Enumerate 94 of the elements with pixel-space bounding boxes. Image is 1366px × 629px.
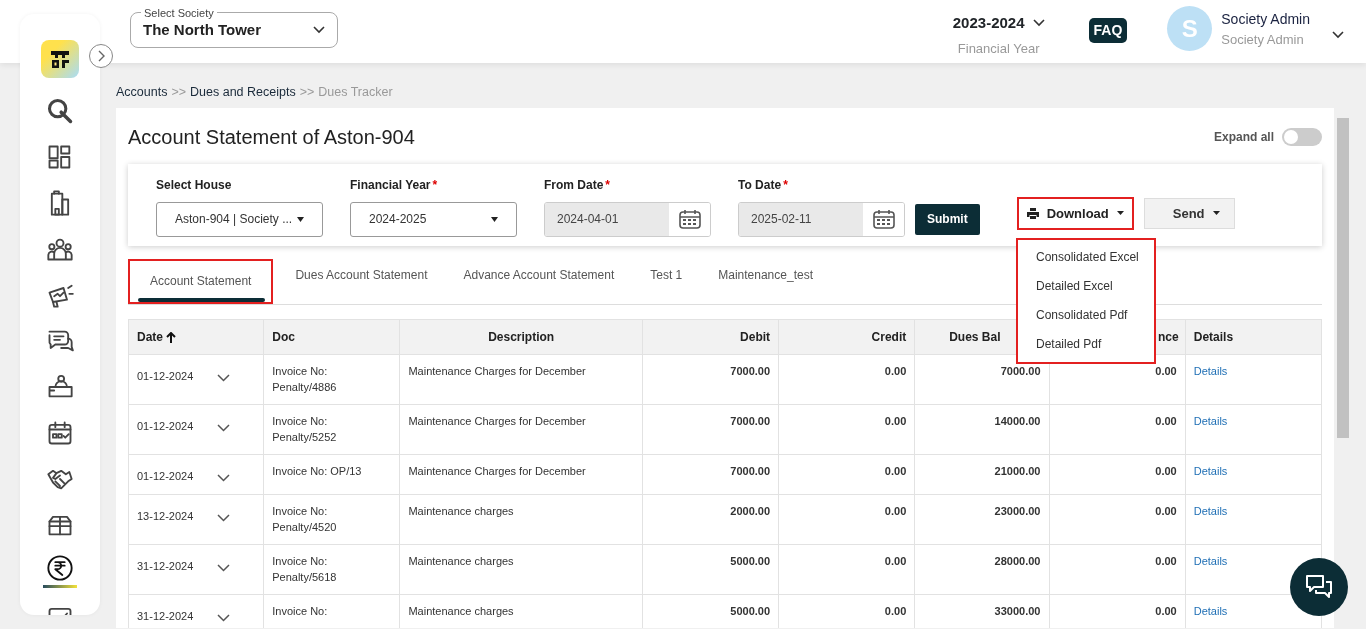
sort-arrow-icon[interactable] — [166, 331, 177, 344]
expand-all-label: Expand all — [1213, 128, 1274, 146]
faq-button[interactable]: FAQ — [1088, 18, 1128, 43]
column-header: Details — [1185, 319, 1322, 355]
table-cell: 0.00 — [778, 494, 915, 545]
table-cell: Invoice No: Penalty/4520 — [263, 494, 400, 545]
year-dropdown[interactable]: 2023-2024 — [952, 12, 1045, 35]
table-cell: 2000.00 — [642, 494, 779, 545]
table-cell: 0.00 — [1049, 494, 1186, 545]
breadcrumb-separator: >> — [299, 84, 315, 101]
printer-icon — [1026, 207, 1039, 219]
column-header: Credit — [778, 319, 915, 355]
details-link[interactable]: Details — [1193, 414, 1228, 427]
calendar-icon[interactable] — [46, 419, 74, 447]
table-cell: Invoice No: Penalty/5252 — [263, 404, 400, 455]
table-cell: Invoice No: OP/13 — [263, 454, 400, 495]
caret-icon — [491, 216, 498, 222]
table-cell: Maintenance charges — [399, 544, 643, 595]
column-header: Doc — [263, 319, 400, 355]
tab[interactable]: Account Statement — [128, 258, 274, 304]
table-cell: 0.00 — [778, 544, 915, 595]
column-header[interactable]: Date — [128, 319, 264, 355]
send-button[interactable]: Send — [1143, 197, 1235, 229]
search-icon[interactable] — [46, 97, 74, 125]
table-cell: Invoice No: Penalty/5618 — [263, 544, 400, 595]
caret-icon — [1116, 211, 1124, 216]
table-cell: 0.00 — [778, 454, 915, 495]
year-label: Financial Year — [957, 39, 1040, 58]
table-cell: Maintenance Charges for December — [399, 404, 643, 455]
download-button[interactable]: Download — [1016, 196, 1134, 230]
page-title: Account Statement of Aston-904 — [128, 124, 415, 150]
details-link[interactable]: Details — [1193, 604, 1228, 617]
chat-icon — [1304, 573, 1334, 601]
table-cell: 7000.00 — [642, 454, 779, 495]
tab[interactable]: Maintenance_test — [696, 258, 827, 304]
details-link[interactable]: Details — [1193, 554, 1228, 567]
table-cell: Maintenance Charges for December — [399, 354, 643, 405]
field-label: Financial Year — [350, 177, 431, 192]
table-cell: 0.00 — [778, 404, 915, 455]
menu-item[interactable]: Consolidated Excel — [1018, 242, 1154, 272]
details-link[interactable]: Details — [1193, 504, 1228, 517]
submit-button[interactable]: Submit — [915, 203, 980, 235]
caret-icon — [297, 216, 304, 222]
table-cell: 0.00 — [1049, 454, 1186, 495]
table-cell: 14000.00 — [914, 404, 1049, 455]
chevron-icon — [313, 26, 325, 34]
caret-icon — [1212, 211, 1220, 216]
breadcrumb-link[interactable]: Dues and Receipts — [190, 83, 296, 102]
breadcrumb-current: Dues Tracker — [318, 84, 393, 101]
table-cell: 0.00 — [1049, 544, 1186, 595]
user-name: Society Admin — [1221, 10, 1310, 29]
breadcrumb-separator: >> — [171, 84, 187, 101]
column-header: Description — [399, 319, 643, 355]
select-field[interactable]: 2024-2025 — [350, 201, 517, 237]
date-cell: 01-12-2024 — [137, 469, 194, 482]
chevron-icon — [1332, 30, 1344, 39]
user-avatar: S — [1167, 6, 1213, 51]
rupee-icon[interactable] — [46, 554, 74, 582]
tab[interactable]: Test 1 — [628, 258, 697, 304]
table-cell: Maintenance charges — [399, 494, 643, 545]
table-cell: 7000.00 — [642, 404, 779, 455]
chevron-icon — [96, 50, 106, 62]
expand-all-toggle[interactable] — [1282, 127, 1322, 146]
menu-item[interactable]: Detailed Excel — [1018, 271, 1154, 301]
date-cell: 31-12-2024 — [137, 559, 194, 572]
user-role: Society Admin — [1221, 31, 1305, 49]
logo-icon — [41, 40, 79, 78]
date-cell: 13-12-2024 — [137, 509, 194, 522]
required-mark: * — [432, 177, 438, 192]
details-link[interactable]: Details — [1193, 364, 1228, 377]
tab[interactable]: Advance Account Statement — [441, 258, 629, 304]
field-label: From Date — [544, 177, 604, 192]
table-cell: 21000.00 — [914, 454, 1049, 495]
required-mark: * — [783, 177, 788, 192]
table-cell: 0.00 — [778, 354, 915, 405]
table-cell: Maintenance Charges for December — [399, 454, 643, 495]
field-label: Select House — [156, 176, 233, 194]
date-cell: 01-12-2024 — [137, 369, 194, 382]
tab[interactable]: Dues Account Statement — [273, 258, 442, 304]
table-cell: 0.00 — [1049, 404, 1186, 455]
table-cell: 23000.00 — [914, 494, 1049, 545]
table-cell: Invoice No: Penalty/4886 — [263, 354, 400, 405]
table-cell: 5000.00 — [642, 544, 779, 595]
chevron-icon — [1032, 19, 1045, 28]
column-header: Debit — [642, 319, 779, 355]
date-cell: 01-12-2024 — [137, 419, 194, 432]
details-link[interactable]: Details — [1193, 464, 1228, 477]
date-cell: 31-12-2024 — [137, 609, 194, 622]
table-cell: 7000.00 — [642, 354, 779, 405]
breadcrumb-link[interactable]: Accounts — [116, 83, 168, 102]
field-label: To Date — [738, 177, 782, 192]
table-cell: 28000.00 — [914, 544, 1049, 595]
required-mark: * — [605, 177, 610, 192]
select-field[interactable]: Aston-904 | Society ... — [156, 201, 323, 237]
